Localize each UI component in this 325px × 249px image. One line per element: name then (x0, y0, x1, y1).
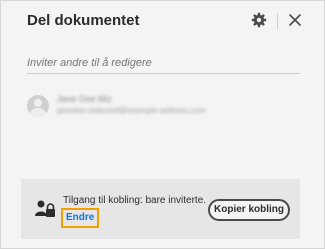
shared-person-row: Jane Doe Miz janedoe.redacted@example-ad… (27, 91, 300, 125)
lock-person-icon (35, 200, 55, 217)
change-access-link[interactable]: Endre (61, 208, 100, 228)
dialog-title: Del dokumentet (27, 12, 140, 29)
person-email: janedoe.redacted@example-address.com (57, 106, 206, 115)
invite-input[interactable] (27, 53, 300, 74)
link-access-text: Tilgang til kobling: bare inviterte. (63, 195, 207, 206)
gear-icon[interactable] (251, 12, 267, 28)
copy-link-button[interactable]: Kopier kobling (208, 199, 290, 221)
share-dialog: Del dokumentet Jane Doe Miz janedoe.red (0, 0, 325, 249)
avatar (27, 95, 49, 117)
person-name: Jane Doe Miz (57, 94, 113, 104)
close-icon[interactable] (288, 13, 302, 27)
dialog-header: Del dokumentet (1, 1, 324, 45)
header-divider (277, 13, 278, 29)
link-access-panel: Tilgang til kobling: bare inviterte. End… (21, 179, 300, 239)
